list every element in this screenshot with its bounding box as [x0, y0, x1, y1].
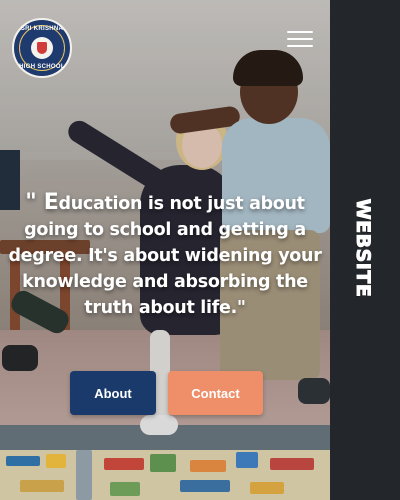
- mat-shape: [6, 456, 40, 466]
- website-vertical-label: WEBSITE: [352, 198, 375, 298]
- play-mat: [0, 450, 330, 500]
- mat-shape: [190, 460, 226, 472]
- mat-shape: [150, 454, 176, 472]
- logo-emblem-icon: [31, 37, 53, 59]
- hamburger-line: [287, 38, 313, 40]
- hamburger-line: [287, 45, 313, 47]
- page: SRI KRISHNA HIGH SCHOOL " Education is n…: [0, 0, 400, 500]
- contact-button[interactable]: Contact: [168, 371, 263, 415]
- mat-shape: [20, 480, 64, 492]
- hero-quote: " Education is not just about going to s…: [0, 190, 330, 321]
- school-logo[interactable]: SRI KRISHNA HIGH SCHOOL: [12, 18, 72, 78]
- mat-shape: [270, 458, 314, 470]
- mat-shape: [250, 482, 284, 494]
- logo-text-bottom: HIGH SCHOOL: [19, 64, 65, 70]
- mat-shape: [180, 480, 230, 492]
- mat-road: [76, 450, 92, 500]
- logo-text-top: SRI KRISHNA: [20, 26, 64, 32]
- mat-shape: [110, 482, 140, 496]
- quote-first-letter: " E: [25, 190, 59, 215]
- hamburger-icon[interactable]: [287, 29, 313, 49]
- mat-shape: [236, 452, 258, 468]
- mat-shape: [46, 454, 66, 468]
- mat-shape: [104, 458, 144, 470]
- about-button[interactable]: About: [70, 371, 156, 415]
- hamburger-line: [287, 31, 313, 33]
